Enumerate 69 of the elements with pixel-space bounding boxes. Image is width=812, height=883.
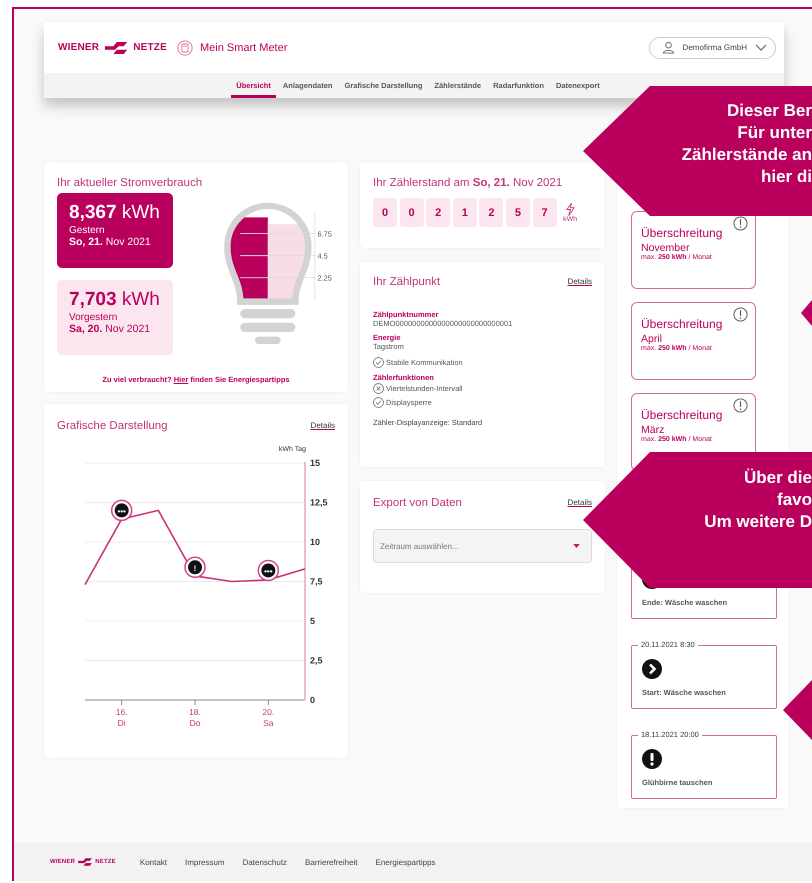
lightning-icon (566, 202, 575, 216)
marker-label: ••• (264, 566, 273, 576)
footer-link[interactable]: Energiespartipps (376, 858, 436, 866)
reading-date: So, 21. Nov 2021 (69, 236, 152, 248)
meter-digit: 2 (479, 198, 504, 227)
logo-text: WIENER (58, 42, 100, 53)
info-icon (733, 216, 748, 231)
card-title: Ihr aktueller Stromverbrauch (57, 177, 204, 189)
card-title: Export von Daten (373, 497, 462, 509)
axis-label: 12,5 (310, 498, 328, 508)
details-link[interactable]: Details (568, 498, 592, 507)
axis-label: 2,5 (310, 656, 323, 666)
alert-month: März (641, 424, 666, 436)
period-dropdown[interactable]: Zeitraum auswählen... (373, 529, 592, 563)
footer-link[interactable]: Datenschutz (242, 858, 288, 866)
meter-digit: 0 (373, 198, 397, 227)
card-title: Ihr Zählerstand am So, 21. Nov 2021 (373, 177, 564, 189)
footer-link[interactable]: Impressum (185, 858, 225, 866)
reading-label: Vorgestern (69, 312, 118, 323)
axis-label: 4.5 (318, 251, 328, 260)
meter-icon (176, 40, 193, 56)
person-icon (662, 41, 675, 54)
callout-text: Dieser Ber Für unter Zählerstände an hier di (682, 100, 812, 188)
marker-dot[interactable] (114, 503, 129, 518)
marker-dot[interactable] (188, 560, 202, 574)
meter-digit: 0 (400, 198, 424, 227)
reading-value: 8,367 kWh (69, 202, 161, 224)
axis-label: 6.75 (318, 229, 332, 238)
footer-link[interactable]: Kontakt (140, 858, 168, 866)
reading-label: Gestern (69, 225, 106, 236)
meter-digit: 2 (426, 198, 450, 227)
axis-label: 7,5 (310, 576, 323, 586)
info-icon (733, 398, 748, 413)
footer-link[interactable]: Barrierefreiheit (305, 858, 358, 866)
marker-label: ! (194, 564, 196, 573)
axis-label: 0 (310, 695, 316, 705)
info-icon (733, 307, 748, 322)
alert-month: April (641, 333, 664, 345)
card-title: Ihr Zählpunkt (373, 276, 440, 288)
axis-label: 18. Do (189, 707, 201, 728)
axis-label: 20. Sa (262, 707, 274, 728)
app-title: Mein Smart Meter (200, 42, 288, 54)
meter-digit: 5 (506, 198, 530, 227)
caret-icon (573, 544, 580, 548)
marker-label: ••• (117, 506, 126, 516)
axis-label: 15 (310, 458, 320, 468)
reading-date: Sa, 20. Nov 2021 (69, 323, 152, 335)
details-link[interactable]: Details (568, 277, 592, 286)
reading-value: 7,703 kWh (69, 289, 161, 311)
marker-dot[interactable] (261, 563, 276, 578)
alert-title: Überschreitung (641, 408, 724, 422)
details-link[interactable]: Details (310, 421, 335, 430)
meter-digit: 1 (452, 198, 477, 227)
alert-title: Überschreitung (641, 317, 724, 331)
axis-label: 2.25 (318, 273, 332, 282)
chevron-circle-icon (642, 659, 662, 679)
alert-title: Überschreitung (641, 226, 724, 240)
meter-digit: 7 (532, 198, 557, 227)
axis-label: 10 (310, 537, 320, 547)
axis-label: 5 (310, 616, 316, 626)
logo-icon (103, 42, 130, 54)
logo-icon (77, 858, 94, 866)
axis-label: 16. Di (116, 707, 128, 728)
logo-text: NETZE (133, 42, 167, 53)
chevron-icon (755, 44, 767, 52)
alert-month: November (641, 242, 690, 254)
exclamation-circle-icon (642, 749, 662, 769)
account-button[interactable]: Demofirma GmbH (648, 36, 776, 58)
card-title: Grafische Darstellung (57, 420, 168, 432)
